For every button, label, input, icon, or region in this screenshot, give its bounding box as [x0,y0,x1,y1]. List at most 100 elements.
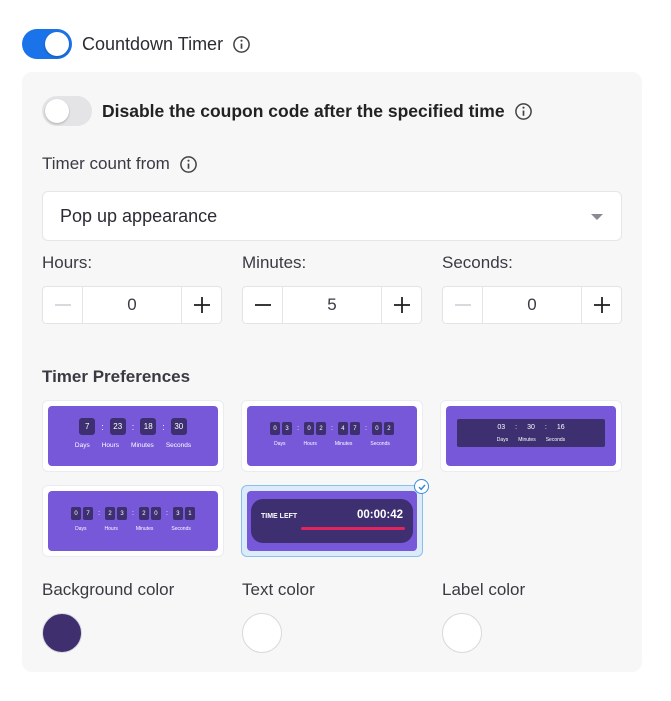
info-icon[interactable] [179,155,198,174]
digit-box: 2 [105,507,116,520]
digit-box: 2 [138,507,149,520]
plus-icon [593,297,610,313]
timer-preferences-title: Timer Preferences [42,367,191,386]
toggle-knob [45,99,69,123]
timer-style-preview: 0 7 : 2 3 : 2 0 : 3 1 Days Hours Minutes… [48,491,218,551]
timer-style-4[interactable]: 0 7 : 2 3 : 2 0 : 3 1 Days Hours Minutes… [42,485,224,557]
unit-label: Seconds [165,442,192,449]
info-icon[interactable] [232,35,251,54]
minus-icon [454,304,471,306]
info-icon[interactable] [514,102,533,121]
seconds-label: Seconds: [442,253,513,272]
progress-bar [301,527,405,530]
hours-decrement-button[interactable] [43,287,83,323]
seconds-stepper: 0 [442,286,622,324]
background-color-swatch[interactable] [42,613,82,653]
digit-group: 03 [497,424,506,431]
digit-box: 0 [371,422,382,435]
unit-label: Seconds [545,437,566,443]
digit-box: 0 [150,507,161,520]
hours-stepper: 0 [42,286,222,324]
background-color-label: Background color [42,580,175,599]
timer-style-2[interactable]: 0 3 : 0 2 : 4 7 : 0 2 Days Hours Minutes… [241,400,423,472]
time-left-label: TIME LEFT [261,513,298,520]
plus-icon [193,297,210,313]
seconds-group: Seconds: 0 [442,253,622,324]
timer-style-1[interactable]: 7 : 23 : 18 : 30 Days Hours Minutes Seco… [42,400,224,472]
unit-label: Days [496,437,509,443]
hours-label: Hours: [42,253,93,272]
minutes-label: Minutes: [242,253,307,272]
digit-box: 7 [349,422,360,435]
digit-box: 3 [172,507,183,520]
minutes-stepper: 5 [242,286,422,324]
timer-style-preview: 0 3 : 0 2 : 4 7 : 0 2 Days Hours Minutes… [247,406,417,466]
unit-label: Minutes [131,442,154,449]
digit-box: 3 [117,507,128,520]
digit-group: 30 [527,424,535,431]
digit-box: 2 [316,422,327,435]
timer-count-from-select[interactable]: Pop up appearance [42,191,622,241]
unit-label: Hours [101,442,120,449]
disable-coupon-toggle[interactable] [42,96,92,126]
digit-box: 7 [79,418,96,435]
unit-label: Hours [303,441,317,447]
hours-group: Hours: 0 [42,253,222,324]
unit-label: Seconds [370,441,390,447]
minutes-increment-button[interactable] [381,287,421,323]
disable-coupon-label: Disable the coupon code after the specif… [102,100,505,121]
unit-label: Days [75,526,87,532]
plus-icon [393,297,410,313]
label-color-label: Label color [442,580,526,599]
digit-box: 23 [109,418,126,435]
hours-value[interactable]: 0 [83,287,181,323]
minutes-decrement-button[interactable] [243,287,283,323]
unit-label: Seconds [171,526,191,532]
seconds-decrement-button[interactable] [443,287,483,323]
digit-box: 7 [83,507,94,520]
unit-label: Hours [104,526,118,532]
countdown-timer-row: Countdown Timer [22,29,251,59]
timer-style-3[interactable]: 03 : 30 : 16 Days Minutes Seconds [440,400,622,472]
toggle-knob [45,32,69,56]
timer-count-from-label: Timer count from [42,154,170,173]
unit-label: Minutes [135,526,154,532]
digit-group: 16 [556,424,565,431]
digit-box: 0 [71,507,82,520]
unit-label: Minutes [518,437,536,443]
select-value: Pop up appearance [60,205,218,226]
disable-coupon-row: Disable the coupon code after the specif… [42,96,533,126]
minutes-group: Minutes: 5 [242,253,422,324]
unit-label: Minutes [334,441,353,447]
digit-box: 2 [383,422,394,435]
minus-icon [54,304,71,306]
digit-box: 0 [270,422,281,435]
text-color-label: Text color [242,580,315,599]
digit-box: 3 [282,422,293,435]
minus-icon [254,304,271,306]
timer-count-from-row: Timer count from [42,154,198,174]
timer-style-preview: 03 : 30 : 16 Days Minutes Seconds [446,406,616,466]
timer-style-5[interactable]: TIME LEFT 00:00:42 [241,479,429,557]
label-color-swatch[interactable] [442,613,482,653]
check-icon [414,479,429,494]
text-color-swatch[interactable] [242,613,282,653]
time-left-value: 00:00:42 [356,509,403,521]
seconds-value[interactable]: 0 [483,287,581,323]
countdown-settings-panel: Disable the coupon code after the specif… [22,72,642,672]
timer-style-preview: 7 : 23 : 18 : 30 Days Hours Minutes Seco… [48,406,218,466]
chevron-down-icon [591,214,603,220]
hours-increment-button[interactable] [181,287,221,323]
minutes-value[interactable]: 5 [283,287,381,323]
countdown-timer-label: Countdown Timer [82,33,224,54]
unit-label: Days [274,441,286,447]
unit-label: Days [74,442,90,449]
digit-box: 30 [170,418,187,435]
digit-box: 0 [304,422,315,435]
timer-style-preview: TIME LEFT 00:00:42 [247,491,417,551]
digit-box: 18 [140,418,157,435]
seconds-increment-button[interactable] [581,287,621,323]
digit-box: 4 [337,422,348,435]
digit-box: 1 [184,507,195,520]
countdown-timer-toggle[interactable] [22,29,72,59]
